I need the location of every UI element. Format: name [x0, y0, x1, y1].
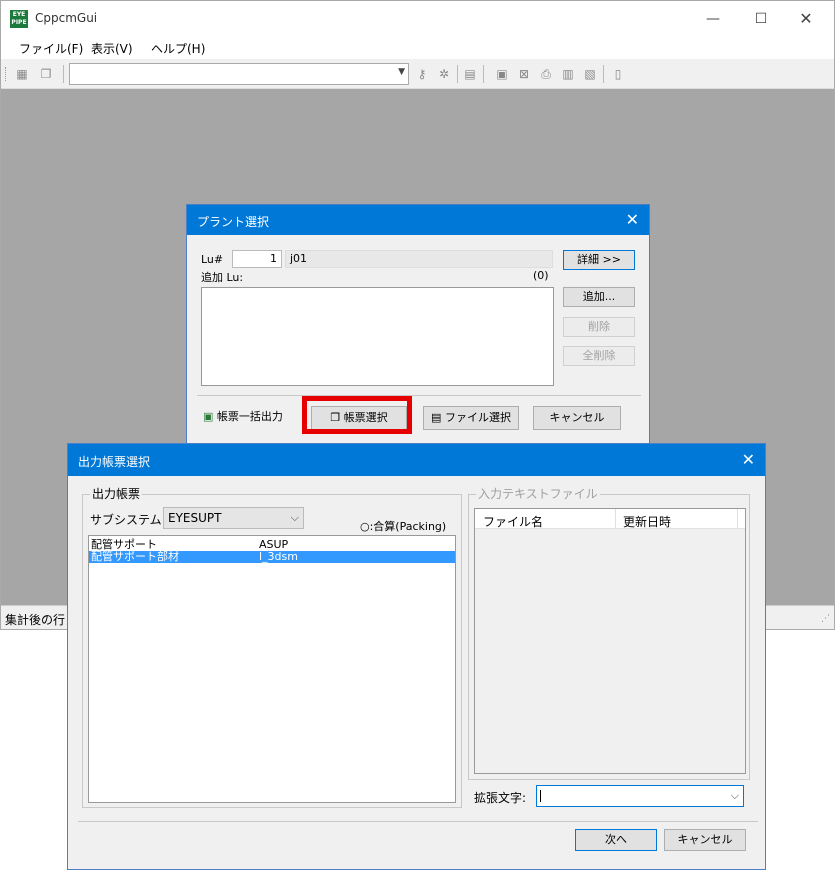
batch-output-button[interactable]: ▣ 帳票一括出力 [201, 406, 297, 430]
dialog-title: 出力帳票選択 [78, 455, 151, 469]
subsystem-value: EYESUPT [168, 511, 222, 525]
dialog-title-bar: 出力帳票選択 ✕ [68, 444, 765, 476]
file-select-button[interactable]: ▤ ファイル選択 [423, 406, 519, 430]
highlight-annotation [302, 396, 412, 434]
new-document-icon[interactable]: ❐ [39, 67, 53, 81]
output-report-dialog: 出力帳票選択 ✕ 出力帳票 サブシステム: EYESUPT ⌵ ○:合算(Pac… [67, 443, 766, 870]
title-bar: EYE PIPE CppcmGui — ☐ ✕ [1, 1, 834, 37]
excel-icon[interactable]: ⊠ [517, 67, 531, 81]
divider [197, 395, 641, 396]
report-name: 配管サポート部材 [91, 550, 179, 563]
report-list[interactable]: 配管サポート ASUP 配管サポート部材 l_3dsm [88, 535, 456, 803]
menu-help[interactable]: ヘルプ(H) [151, 40, 205, 57]
menu-bar: ファイル(F) 表示(V) ヘルプ(H) [1, 37, 834, 59]
column-header-modified[interactable]: 更新日時 [623, 513, 671, 530]
maximize-button[interactable]: ☐ [739, 5, 783, 33]
print-icon[interactable]: ⎙ [539, 67, 553, 81]
lu-number-input[interactable]: 1 [232, 250, 282, 268]
exit-icon[interactable]: ▯ [611, 67, 625, 81]
delete-button[interactable]: 削除 [563, 317, 635, 337]
report-icon: ▣ [203, 410, 214, 423]
document-icon[interactable]: ▣ [495, 67, 509, 81]
menu-file[interactable]: ファイル(F) [19, 40, 83, 57]
chevron-down-icon[interactable]: ▼ [398, 67, 405, 77]
add-lu-label: 追加 Lu: [201, 271, 244, 284]
export-icon[interactable]: ▧ [583, 67, 597, 81]
gear-icon[interactable]: ✲ [437, 67, 451, 81]
dialog-title-bar: プラント選択 ✕ [187, 205, 649, 235]
list-item[interactable]: 配管サポート部材 l_3dsm [89, 551, 455, 563]
extension-combo[interactable]: ⌵ [536, 785, 744, 807]
toolbar-separator [457, 65, 458, 83]
batch-output-label: 帳票一括出力 [216, 410, 283, 423]
extension-label: 拡張文字: [474, 791, 527, 805]
input-file-list[interactable]: ファイル名 更新日時 [474, 508, 746, 774]
toolbar-grip[interactable] [5, 67, 7, 81]
plant-select-dialog: プラント選択 ✕ Lu# 1 j01 詳細 >> 追加 Lu: (0) 追加..… [186, 204, 650, 444]
column-separator[interactable] [615, 509, 616, 529]
column-separator[interactable] [737, 509, 738, 529]
packing-radio[interactable]: ○:合算(Packing) [360, 518, 446, 534]
document-icon: ▤ [431, 411, 442, 424]
minimize-button[interactable]: — [691, 5, 735, 33]
divider [78, 821, 758, 822]
toolbar-separator [603, 65, 604, 83]
report-icon[interactable]: ▥ [561, 67, 575, 81]
table-icon[interactable]: ▤ [463, 67, 477, 81]
add-lu-count: (0) [533, 269, 549, 282]
toolbar-combo[interactable]: ▼ [69, 63, 409, 85]
close-icon[interactable]: ✕ [626, 210, 639, 229]
delete-all-button[interactable]: 全削除 [563, 346, 635, 366]
close-button[interactable]: ✕ [784, 5, 828, 33]
dialog-title: プラント選択 [197, 215, 270, 229]
file-select-label: ファイル選択 [444, 411, 511, 424]
window-title: CppcmGui [35, 11, 98, 25]
report-code: l_3dsm [259, 550, 298, 563]
resize-grip-icon[interactable]: ⋰ [821, 614, 830, 624]
cancel-button[interactable]: キャンセル [664, 829, 746, 851]
lu-label: Lu# [201, 253, 224, 266]
add-lu-list[interactable] [201, 287, 554, 386]
app-logo-icon: EYE PIPE [10, 10, 28, 28]
status-text: 集計後の行 [5, 613, 66, 627]
file-list-header: ファイル名 更新日時 [475, 509, 745, 529]
chevron-down-icon[interactable]: ⌵ [731, 786, 739, 806]
close-icon[interactable]: ✕ [742, 450, 755, 469]
toolbar-separator [63, 65, 64, 83]
toolbar: ▦ ❐ ▼ ⚷ ✲ ▤ ▣ ⊠ ⎙ ▥ ▧ ▯ [1, 59, 834, 89]
key-icon[interactable]: ⚷ [415, 67, 429, 81]
menu-view[interactable]: 表示(V) [91, 40, 133, 57]
column-header-filename[interactable]: ファイル名 [483, 513, 543, 530]
report-group-label: 出力帳票 [90, 485, 143, 502]
text-cursor [540, 790, 541, 802]
next-button[interactable]: 次へ [575, 829, 657, 851]
input-file-group-label: 入力テキストファイル [476, 485, 600, 502]
grid-icon[interactable]: ▦ [15, 67, 29, 81]
chevron-down-icon[interactable]: ⌵ [291, 508, 299, 528]
add-button[interactable]: 追加... [563, 287, 635, 307]
lu-name-field: j01 [285, 250, 553, 268]
cancel-button[interactable]: キャンセル [533, 406, 621, 430]
detail-button[interactable]: 詳細 >> [563, 250, 635, 270]
subsystem-label: サブシステム: [90, 513, 166, 527]
subsystem-select[interactable]: EYESUPT ⌵ [163, 507, 304, 529]
toolbar-separator [483, 65, 484, 83]
